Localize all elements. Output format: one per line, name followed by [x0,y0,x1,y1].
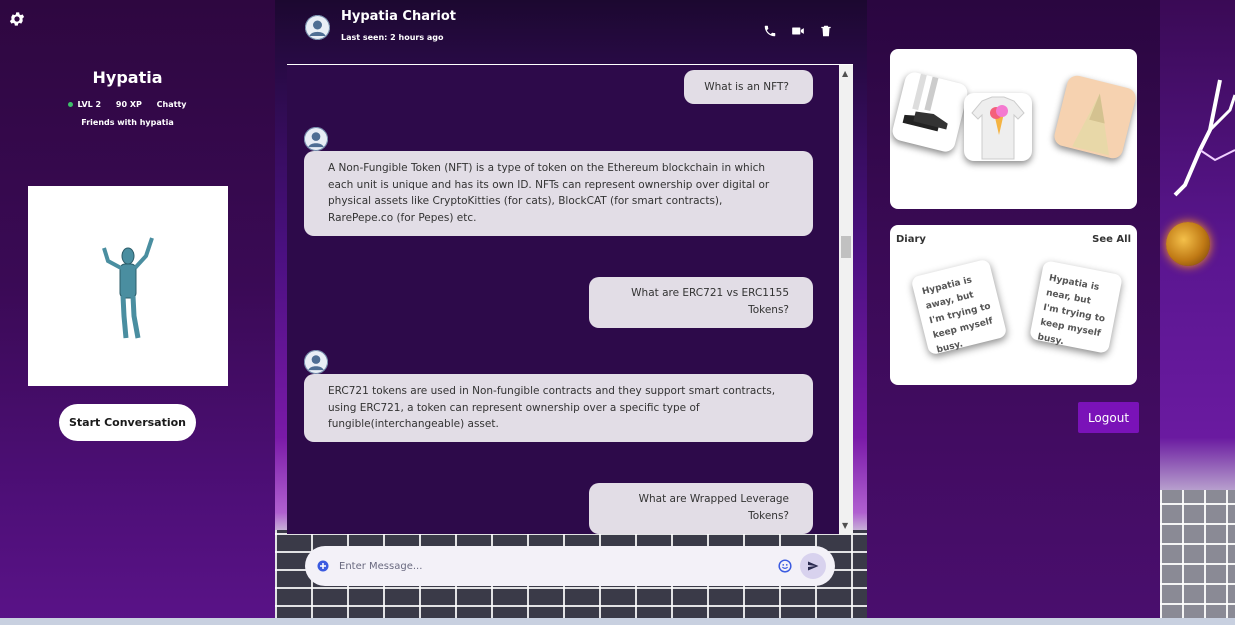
floor-grid [1160,490,1235,625]
shoes-image [902,73,948,132]
message-text: ERC721 tokens are used in Non-fungible c… [328,385,776,430]
scroll-down-icon[interactable]: ▼ [842,521,848,530]
shirt-image [971,96,1025,160]
trash-icon[interactable] [819,24,833,38]
last-seen: Last seen: 2 hours ago [341,33,444,42]
scrollbar[interactable]: ▲ ▼ [839,65,853,535]
profile-name: Hypatia [92,68,163,87]
level-badge: LVL 2 [68,100,101,109]
friends-text: Friends with hypatia [81,118,174,127]
contact-name: Hypatia Chariot [341,9,456,24]
nft-gallery[interactable] [890,49,1137,209]
chat-panel: Hypatia Chariot Last seen: 2 hours ago W… [275,0,867,625]
bot-avatar [304,127,328,151]
diary-note-text: Hypatia is near, but I'm trying to keep … [1036,273,1106,348]
diary-note[interactable]: Hypatia is away, but I'm trying to keep … [910,258,1008,356]
nft-item-art[interactable] [1052,73,1137,161]
message-incoming: A Non-Fungible Token (NFT) is a type of … [304,151,813,236]
smile-icon[interactable] [778,559,792,573]
message-composer [305,546,835,586]
mood-label: Chatty [156,100,187,109]
diary-note-text: Hypatia is away, but I'm trying to keep … [921,275,994,356]
diary-title: Diary [896,234,926,245]
send-icon [808,561,819,571]
robot-avatar-icon [102,237,154,339]
message-outgoing: What are ERC721 vs ERC1155 Tokens? [589,277,813,328]
lightning-graphic [1173,79,1235,197]
user-avatar-icon [305,15,330,40]
taskbar-edge [0,618,1235,625]
send-button[interactable] [800,553,826,579]
sidebar-right: Diary See All Hypatia is away, but I'm t… [867,0,1160,625]
online-dot-icon [68,102,74,107]
avatar-3d-view[interactable] [28,186,228,386]
chat-actions [763,24,833,38]
contact-avatar [305,15,330,40]
user-avatar-icon [304,350,328,374]
bot-avatar [304,350,328,374]
message-text: What are Wrapped Leverage Tokens? [638,493,789,522]
scroll-up-icon[interactable]: ▲ [842,69,848,78]
message-list[interactable]: What is an NFT? A Non-Fungible Token (NF… [287,64,853,535]
video-icon[interactable] [791,24,805,38]
logout-button[interactable]: Logout [1078,402,1139,433]
message-text: A Non-Fungible Token (NFT) is a type of … [328,162,770,224]
diary-note[interactable]: Hypatia is near, but I'm trying to keep … [1029,260,1123,354]
user-avatar-icon [304,127,328,151]
start-conversation-button[interactable]: Start Conversation [59,404,196,441]
message-outgoing: What are Wrapped Leverage Tokens? [589,483,813,534]
message-incoming: ERC721 tokens are used in Non-fungible c… [304,374,813,442]
gear-icon[interactable] [8,10,26,28]
background-scene [1160,0,1235,625]
message-outgoing: What is an NFT? [684,70,813,104]
scrollbar-thumb[interactable] [841,236,851,258]
pyramid-image [1072,93,1110,156]
plus-circle-icon[interactable] [317,560,329,572]
message-text: What are ERC721 vs ERC1155 Tokens? [631,287,789,316]
message-text: What is an NFT? [704,81,789,93]
coin-graphic [1166,222,1210,266]
profile-panel: Hypatia LVL 2 90 XP Chatty Friends with … [0,0,275,625]
message-input[interactable] [339,556,759,576]
see-all-link[interactable]: See All [1092,234,1131,245]
diary-card: Diary See All Hypatia is away, but I'm t… [890,225,1137,385]
phone-icon[interactable] [763,24,777,38]
xp-label: 90 XP [115,100,142,109]
nft-item-shoes[interactable] [890,70,970,154]
nft-item-shirt[interactable] [964,93,1032,161]
profile-stats: LVL 2 90 XP Chatty [0,100,255,109]
